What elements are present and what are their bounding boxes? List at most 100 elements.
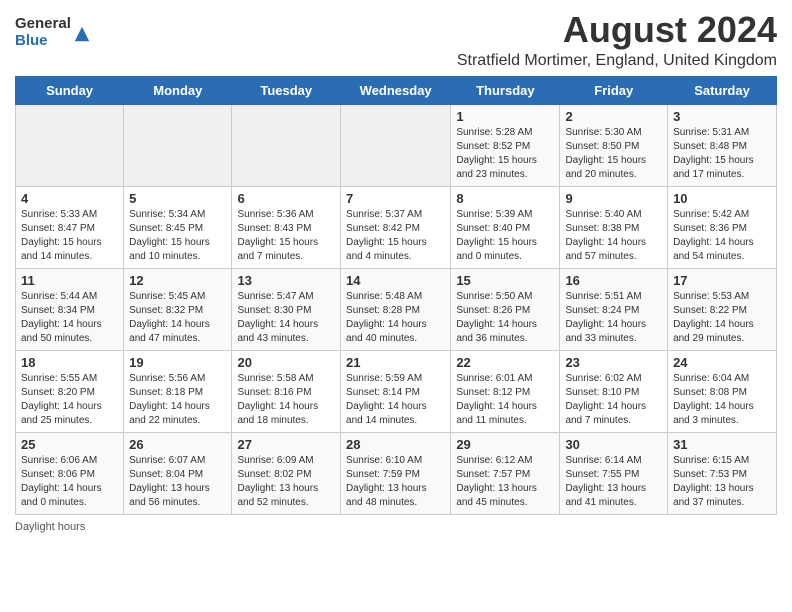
weekday-header-monday: Monday (124, 76, 232, 104)
calendar-cell: 13 Sunrise: 5:47 AM Sunset: 8:30 PM Dayli… (232, 268, 341, 350)
day-info: Sunrise: 5:48 AM Sunset: 8:28 PM Dayligh… (346, 290, 445, 346)
day-info: Sunrise: 6:07 AM Sunset: 8:04 PM Dayligh… (129, 454, 226, 510)
day-number: 19 (129, 355, 226, 370)
day-number: 28 (346, 437, 445, 452)
day-number: 26 (129, 437, 226, 452)
month-year-title: August 2024 (457, 10, 777, 50)
day-number: 20 (237, 355, 335, 370)
day-number: 5 (129, 191, 226, 206)
day-info: Sunrise: 6:01 AM Sunset: 8:12 PM Dayligh… (456, 372, 554, 428)
day-info: Sunrise: 5:47 AM Sunset: 8:30 PM Dayligh… (237, 290, 335, 346)
calendar-cell: 2Sunrise: 5:30 AM Sunset: 8:50 PM Daylig… (560, 104, 668, 186)
day-number: 21 (346, 355, 445, 370)
logo: General Blue (15, 16, 91, 49)
day-info: Sunrise: 5:34 AM Sunset: 8:45 PM Dayligh… (129, 208, 226, 264)
day-number: 4 (21, 191, 118, 206)
calendar-week-5: 25 Sunrise: 6:06 AM Sunset: 8:06 PM Dayli… (16, 432, 777, 514)
day-info: Sunrise: 6:09 AM Sunset: 8:02 PM Dayligh… (237, 454, 335, 510)
calendar-cell: 7Sunrise: 5:37 AM Sunset: 8:42 PM Daylig… (341, 186, 451, 268)
calendar-cell: 20 Sunrise: 5:58 AM Sunset: 8:16 PM Dayli… (232, 350, 341, 432)
day-info: Sunrise: 5:56 AM Sunset: 8:18 PM Dayligh… (129, 372, 226, 428)
day-number: 6 (237, 191, 335, 206)
day-number: 13 (237, 273, 335, 288)
day-info: Sunrise: 5:28 AM Sunset: 8:52 PM Dayligh… (456, 126, 554, 182)
calendar-cell: 28 Sunrise: 6:10 AM Sunset: 7:59 PM Dayli… (341, 432, 451, 514)
day-number: 27 (237, 437, 335, 452)
weekday-header-tuesday: Tuesday (232, 76, 341, 104)
day-info: Sunrise: 5:58 AM Sunset: 8:16 PM Dayligh… (237, 372, 335, 428)
day-info: Sunrise: 5:44 AM Sunset: 8:34 PM Dayligh… (21, 290, 118, 346)
calendar-cell: 27 Sunrise: 6:09 AM Sunset: 8:02 PM Dayli… (232, 432, 341, 514)
weekday-header-saturday: Saturday (668, 76, 777, 104)
calendar-cell: 26 Sunrise: 6:07 AM Sunset: 8:04 PM Dayli… (124, 432, 232, 514)
calendar-cell: 22 Sunrise: 6:01 AM Sunset: 8:12 PM Dayli… (451, 350, 560, 432)
calendar-cell: 8 Sunrise: 5:39 AM Sunset: 8:40 PM Daylig… (451, 186, 560, 268)
calendar-cell: 16 Sunrise: 5:51 AM Sunset: 8:24 PM Dayli… (560, 268, 668, 350)
day-number: 2 (565, 109, 662, 124)
day-number: 1 (456, 109, 554, 124)
calendar-table: SundayMondayTuesdayWednesdayThursdayFrid… (15, 76, 777, 515)
calendar-cell: 9Sunrise: 5:40 AM Sunset: 8:38 PM Daylig… (560, 186, 668, 268)
day-number: 17 (673, 273, 771, 288)
day-number: 12 (129, 273, 226, 288)
day-number: 24 (673, 355, 771, 370)
calendar-cell (232, 104, 341, 186)
weekday-header-sunday: Sunday (16, 76, 124, 104)
calendar-cell: 4 Sunrise: 5:33 AM Sunset: 8:47 PM Daylig… (16, 186, 124, 268)
day-number: 16 (565, 273, 662, 288)
day-info: Sunrise: 5:51 AM Sunset: 8:24 PM Dayligh… (565, 290, 662, 346)
day-number: 31 (673, 437, 771, 452)
day-info: Sunrise: 5:36 AM Sunset: 8:43 PM Dayligh… (237, 208, 335, 264)
day-info: Sunrise: 6:02 AM Sunset: 8:10 PM Dayligh… (565, 372, 662, 428)
day-info: Sunrise: 5:59 AM Sunset: 8:14 PM Dayligh… (346, 372, 445, 428)
day-number: 18 (21, 355, 118, 370)
day-info: Sunrise: 5:55 AM Sunset: 8:20 PM Dayligh… (21, 372, 118, 428)
day-info: Sunrise: 6:10 AM Sunset: 7:59 PM Dayligh… (346, 454, 445, 510)
calendar-week-2: 4 Sunrise: 5:33 AM Sunset: 8:47 PM Daylig… (16, 186, 777, 268)
calendar-cell (341, 104, 451, 186)
calendar-week-3: 11 Sunrise: 5:44 AM Sunset: 8:34 PM Dayli… (16, 268, 777, 350)
calendar-cell: 1 Sunrise: 5:28 AM Sunset: 8:52 PM Daylig… (451, 104, 560, 186)
calendar-cell: 11 Sunrise: 5:44 AM Sunset: 8:34 PM Dayli… (16, 268, 124, 350)
day-info: Sunrise: 5:37 AM Sunset: 8:42 PM Dayligh… (346, 208, 445, 264)
calendar-cell: 14Sunrise: 5:48 AM Sunset: 8:28 PM Dayli… (341, 268, 451, 350)
day-number: 8 (456, 191, 554, 206)
calendar-header-row: SundayMondayTuesdayWednesdayThursdayFrid… (16, 76, 777, 104)
calendar-cell: 30 Sunrise: 6:14 AM Sunset: 7:55 PM Dayli… (560, 432, 668, 514)
day-info: Sunrise: 6:04 AM Sunset: 8:08 PM Dayligh… (673, 372, 771, 428)
day-info: Sunrise: 5:33 AM Sunset: 8:47 PM Dayligh… (21, 208, 118, 264)
calendar-cell: 17 Sunrise: 5:53 AM Sunset: 8:22 PM Dayli… (668, 268, 777, 350)
title-area: August 2024 Stratfield Mortimer, England… (457, 10, 777, 70)
calendar-cell (124, 104, 232, 186)
day-info: Sunrise: 5:40 AM Sunset: 8:38 PM Dayligh… (565, 208, 662, 264)
day-number: 22 (456, 355, 554, 370)
calendar-cell: 5 Sunrise: 5:34 AM Sunset: 8:45 PM Daylig… (124, 186, 232, 268)
calendar-cell: 23 Sunrise: 6:02 AM Sunset: 8:10 PM Dayli… (560, 350, 668, 432)
day-info: Sunrise: 5:42 AM Sunset: 8:36 PM Dayligh… (673, 208, 771, 264)
calendar-week-4: 18 Sunrise: 5:55 AM Sunset: 8:20 PM Dayli… (16, 350, 777, 432)
calendar-cell: 6 Sunrise: 5:36 AM Sunset: 8:43 PM Daylig… (232, 186, 341, 268)
calendar-cell: 10 Sunrise: 5:42 AM Sunset: 8:36 PM Dayli… (668, 186, 777, 268)
day-number: 15 (456, 273, 554, 288)
day-info: Sunrise: 6:06 AM Sunset: 8:06 PM Dayligh… (21, 454, 118, 510)
logo-general-text: General (15, 16, 71, 33)
day-info: Sunrise: 6:15 AM Sunset: 7:53 PM Dayligh… (673, 454, 771, 510)
calendar-cell: 19 Sunrise: 5:56 AM Sunset: 8:18 PM Dayli… (124, 350, 232, 432)
calendar-week-1: 1 Sunrise: 5:28 AM Sunset: 8:52 PM Daylig… (16, 104, 777, 186)
day-info: Sunrise: 5:45 AM Sunset: 8:32 PM Dayligh… (129, 290, 226, 346)
logo-icon (73, 25, 91, 43)
day-info: Sunrise: 5:39 AM Sunset: 8:40 PM Dayligh… (456, 208, 554, 264)
calendar-cell: 24 Sunrise: 6:04 AM Sunset: 8:08 PM Dayli… (668, 350, 777, 432)
calendar-cell: 18 Sunrise: 5:55 AM Sunset: 8:20 PM Dayli… (16, 350, 124, 432)
day-number: 30 (565, 437, 662, 452)
day-number: 10 (673, 191, 771, 206)
calendar-cell: 31 Sunrise: 6:15 AM Sunset: 7:53 PM Dayli… (668, 432, 777, 514)
day-info: Sunrise: 5:53 AM Sunset: 8:22 PM Dayligh… (673, 290, 771, 346)
day-info: Sunrise: 6:14 AM Sunset: 7:55 PM Dayligh… (565, 454, 662, 510)
day-number: 25 (21, 437, 118, 452)
calendar-cell: 3Sunrise: 5:31 AM Sunset: 8:48 PM Daylig… (668, 104, 777, 186)
day-info: Sunrise: 6:12 AM Sunset: 7:57 PM Dayligh… (456, 454, 554, 510)
day-number: 11 (21, 273, 118, 288)
calendar-cell: 29Sunrise: 6:12 AM Sunset: 7:57 PM Dayli… (451, 432, 560, 514)
day-number: 23 (565, 355, 662, 370)
